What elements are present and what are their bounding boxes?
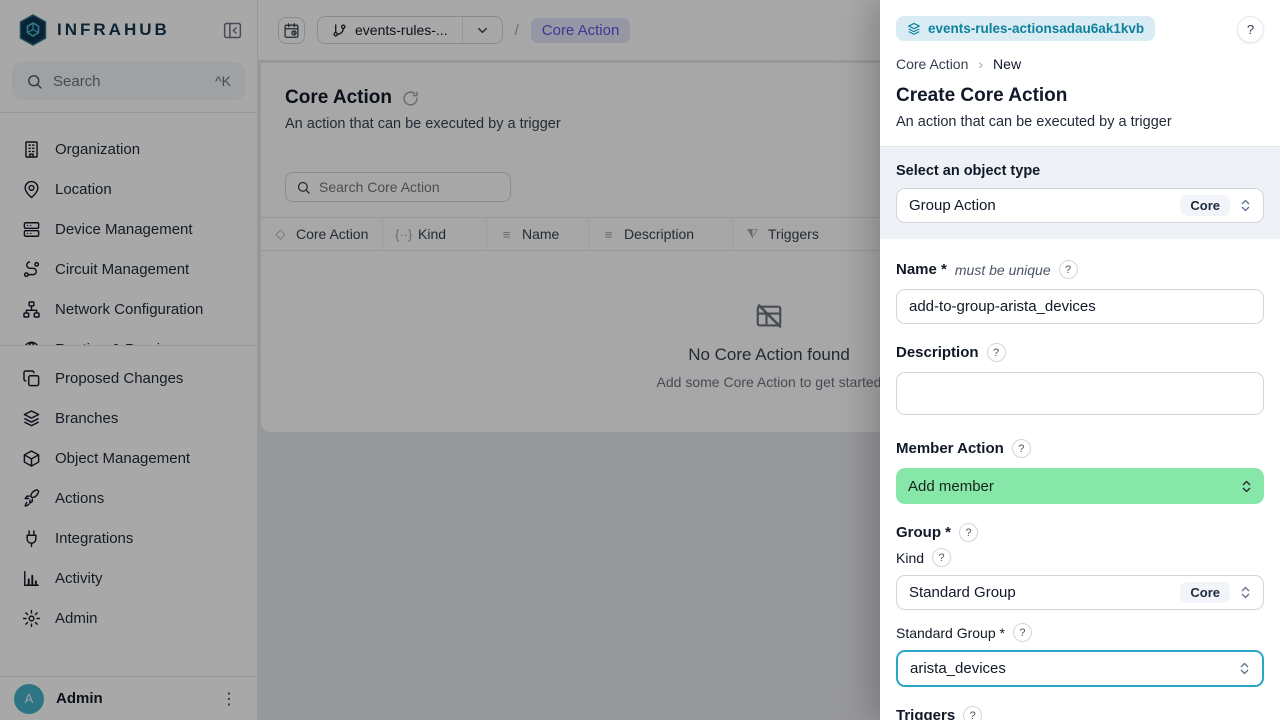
- layers-icon: [907, 22, 921, 36]
- name-hint: must be unique: [955, 262, 1051, 278]
- group-help-icon[interactable]: ?: [959, 523, 978, 542]
- kind-select[interactable]: Standard Group Core: [896, 575, 1264, 610]
- chevrons-up-down-icon: [1238, 585, 1253, 600]
- object-type-value: Group Action: [909, 197, 1180, 214]
- group-label: Group *: [896, 524, 951, 541]
- create-core-action-drawer: events-rules-actionsadau6ak1kvb ? Core A…: [880, 0, 1280, 720]
- member-action-value: Add member: [908, 478, 1239, 495]
- core-badge: Core: [1180, 195, 1230, 216]
- core-badge: Core: [1180, 582, 1230, 603]
- breadcrumb-parent[interactable]: Core Action: [896, 56, 968, 72]
- name-input[interactable]: [896, 289, 1264, 324]
- chevron-right-icon: ›: [978, 56, 983, 72]
- member-action-select[interactable]: Add member: [896, 468, 1264, 504]
- object-type-section: Select an object type Group Action Core: [880, 146, 1280, 239]
- object-type-label: Select an object type: [896, 163, 1264, 179]
- member-action-label: Member Action: [896, 440, 1004, 457]
- standard-group-select[interactable]: arista_devices: [896, 650, 1264, 687]
- chevrons-up-down-icon: [1238, 198, 1253, 213]
- chevrons-up-down-icon: [1237, 661, 1252, 676]
- triggers-help-icon[interactable]: ?: [963, 706, 982, 720]
- drawer-form: Name * must be unique ? Description ? Me…: [880, 239, 1280, 720]
- branch-badge[interactable]: events-rules-actionsadau6ak1kvb: [896, 16, 1155, 41]
- triggers-label: Triggers: [896, 707, 955, 720]
- standard-group-value: arista_devices: [910, 660, 1237, 677]
- description-input[interactable]: [896, 372, 1264, 415]
- drawer-subtitle: An action that can be executed by a trig…: [896, 114, 1264, 146]
- drawer-breadcrumb: Core Action › New: [896, 56, 1264, 72]
- breadcrumb-current: New: [993, 56, 1021, 72]
- drawer-title: Create Core Action: [896, 85, 1264, 107]
- kind-label: Kind: [896, 550, 924, 566]
- branch-badge-label: events-rules-actionsadau6ak1kvb: [928, 21, 1144, 36]
- name-label: Name *: [896, 261, 947, 278]
- description-help-icon[interactable]: ?: [987, 343, 1006, 362]
- kind-help-icon[interactable]: ?: [932, 548, 951, 567]
- member-action-help-icon[interactable]: ?: [1012, 439, 1031, 458]
- object-type-select[interactable]: Group Action Core: [896, 188, 1264, 223]
- help-button[interactable]: ?: [1237, 16, 1264, 43]
- standard-group-label: Standard Group *: [896, 625, 1005, 641]
- name-help-icon[interactable]: ?: [1059, 260, 1078, 279]
- standard-group-help-icon[interactable]: ?: [1013, 623, 1032, 642]
- chevrons-up-down-icon: [1239, 479, 1254, 494]
- description-label: Description: [896, 344, 979, 361]
- kind-value: Standard Group: [909, 584, 1180, 601]
